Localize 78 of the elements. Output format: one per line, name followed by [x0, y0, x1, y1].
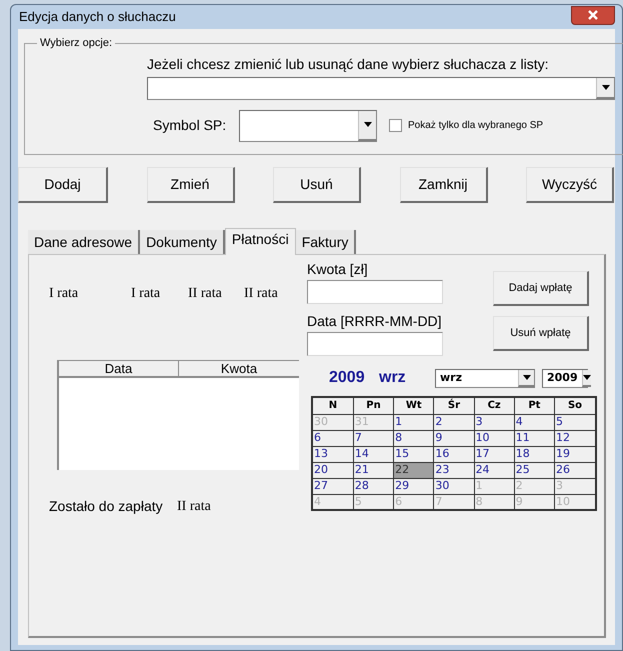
column-header[interactable]: Kwota — [179, 361, 299, 376]
installment-label: II rata — [188, 285, 223, 303]
tab[interactable]: Dokumenty — [140, 230, 225, 254]
calendar-day[interactable]: 28 — [353, 478, 394, 494]
weekday-header: Pn — [353, 397, 394, 414]
calendar-day[interactable]: 5 — [554, 414, 596, 430]
calendar-day[interactable]: 13 — [312, 446, 354, 462]
calendar-day[interactable]: 10 — [474, 430, 514, 446]
calendar-day[interactable]: 19 — [554, 446, 596, 462]
window-title: Edycja danych o słuchaczu — [18, 8, 176, 26]
weekday-header: N — [312, 397, 354, 414]
date-field[interactable] — [307, 332, 443, 356]
dropdown-arrow-icon — [522, 374, 530, 380]
calendar-day[interactable]: 15 — [394, 446, 434, 462]
calendar-day[interactable]: 6 — [312, 430, 354, 446]
calendar-day[interactable]: 22 — [394, 462, 434, 478]
calendar-day[interactable]: 9 — [434, 430, 474, 446]
dropdown-value: 2009 — [547, 370, 578, 386]
installment-label: I rata — [131, 285, 162, 303]
dropdown-arrow-icon — [582, 374, 591, 380]
calendar-day[interactable]: 24 — [474, 462, 514, 478]
action-button[interactable]: Usuń — [273, 167, 361, 203]
calendar-day[interactable]: 7 — [353, 430, 394, 446]
calendar-day[interactable]: 26 — [554, 462, 596, 478]
group-legend: Wybierz opcje: — [37, 35, 116, 52]
symbol-dropdown[interactable] — [239, 110, 377, 142]
column-header[interactable]: Data — [59, 361, 179, 376]
calendar-day[interactable]: 27 — [312, 478, 354, 494]
select-prompt: Jeżeli chcesz zmienić lub usunąć dane wybierz słuchacza z listy: — [147, 54, 550, 74]
calendar-day[interactable]: 14 — [353, 446, 394, 462]
calendar-day[interactable]: 12 — [554, 430, 596, 446]
checkbox-label: Pokaż tylko dla wybranego SP — [408, 119, 544, 133]
student-dropdown[interactable] — [147, 76, 615, 100]
checkbox[interactable] — [389, 119, 402, 132]
calendar-day[interactable]: 25 — [514, 462, 554, 478]
action-button[interactable]: Zmień — [146, 167, 234, 203]
month-dropdown[interactable]: wrz — [435, 368, 535, 388]
dropdown-arrow-icon — [364, 122, 372, 127]
calendar-month: wrz — [379, 368, 407, 388]
tab[interactable]: Płatności — [224, 228, 296, 255]
close-icon — [588, 10, 598, 20]
year-dropdown[interactable]: 2009 — [542, 368, 588, 388]
remaining-value: II rata — [177, 498, 211, 516]
calendar-year: 2009 — [329, 368, 366, 388]
payment-button[interactable]: Usuń wpłatę — [493, 316, 589, 351]
calendar-day[interactable]: 11 — [514, 430, 554, 446]
tab[interactable]: Dane adresowe — [28, 230, 140, 254]
calendar-day[interactable]: 8 — [394, 430, 434, 446]
date-label: Data [RRRR-MM-DD] — [307, 312, 443, 331]
calendar-day[interactable]: 4 — [514, 414, 554, 430]
weekday-header: Pt — [514, 397, 554, 414]
installment-label: II rata — [244, 285, 279, 303]
calendar-day[interactable]: 16 — [434, 446, 474, 462]
calendar-day[interactable]: 2 — [434, 414, 474, 430]
action-button[interactable]: Wyczyść — [526, 167, 614, 203]
calendar-day[interactable]: 20 — [312, 462, 354, 478]
calendar-day[interactable]: 3 — [474, 414, 514, 430]
remaining-label: Zostało do zapłaty — [49, 497, 164, 516]
calendar-day[interactable]: 23 — [434, 462, 474, 478]
amount-field[interactable] — [307, 280, 443, 304]
amount-label: Kwota [zł] — [307, 260, 369, 279]
symbol-label: Symbol SP: — [153, 116, 228, 135]
calendar-day[interactable]: 29 — [394, 478, 434, 494]
tab[interactable]: Faktury — [296, 230, 356, 254]
close-button[interactable] — [571, 6, 615, 24]
weekday-header: Wt — [394, 397, 434, 414]
weekday-header: Cz — [474, 397, 514, 414]
action-button[interactable]: Dodaj — [18, 167, 108, 203]
calendar-day[interactable]: 1 — [394, 414, 434, 430]
calendar-day[interactable]: 17 — [474, 446, 514, 462]
calendar-day[interactable]: 30 — [434, 478, 474, 494]
weekday-header: Śr — [434, 397, 474, 414]
dropdown-arrow-icon — [602, 84, 610, 90]
action-button[interactable]: Zamknij — [400, 167, 488, 203]
installment-label: I rata — [49, 285, 80, 303]
payment-button[interactable]: Dadaj wpłatę — [493, 271, 589, 306]
dropdown-value: wrz — [440, 370, 462, 386]
calendar-day[interactable]: 18 — [514, 446, 554, 462]
